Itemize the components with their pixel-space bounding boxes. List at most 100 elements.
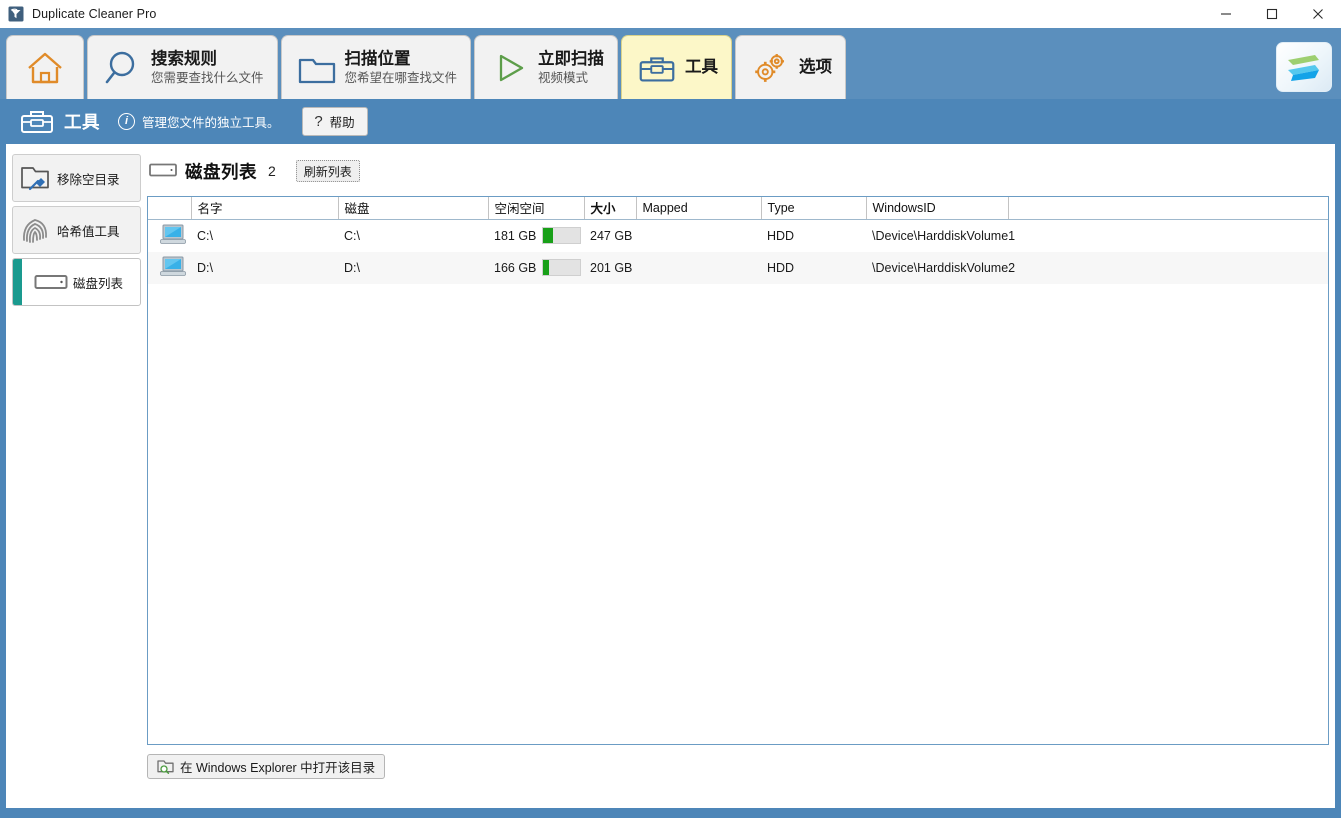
free-space-label: 166 GB xyxy=(494,261,536,275)
table-row[interactable]: D:\ D:\ 166 GB 201 GB xyxy=(148,252,1328,284)
tab-options[interactable]: 选项 xyxy=(735,35,846,99)
tab-label: 立即扫描 xyxy=(538,50,604,69)
tab-label: 选项 xyxy=(799,58,832,77)
disk-table: 名字 磁盘 空闲空间 大小 Mapped Type WindowsID xyxy=(147,196,1329,745)
cell-windowsid: \Device\HarddiskVolume1 xyxy=(866,219,1008,252)
cell-size: 247 GB xyxy=(584,219,636,252)
cell-blank xyxy=(1008,219,1328,252)
disk-list-panel: 磁盘列表 2 刷新列表 名字 xyxy=(147,154,1329,798)
header-row: 名字 磁盘 空闲空间 大小 Mapped Type WindowsID xyxy=(148,197,1328,219)
cell-disk: C:\ xyxy=(338,219,488,252)
folder-search-icon xyxy=(157,759,174,774)
gears-icon xyxy=(749,47,793,89)
open-in-explorer-button[interactable]: 在 Windows Explorer 中打开该目录 xyxy=(147,754,385,779)
section-description: 管理您文件的独立工具。 xyxy=(142,112,280,131)
tools-sidebar: 移除空目录 哈希值工具 xyxy=(12,154,141,798)
disk-table-body: C:\ C:\ 181 GB 247 GB xyxy=(148,219,1328,284)
cell-windowsid: \Device\HarddiskVolume2 xyxy=(866,252,1008,284)
refresh-list-button[interactable]: 刷新列表 xyxy=(296,160,360,182)
disk-table-grid: 名字 磁盘 空闲空间 大小 Mapped Type WindowsID xyxy=(148,197,1328,284)
tab-scan-now-text: 立即扫描 视频模式 xyxy=(538,50,604,86)
sidebar-item-remove-empty-dirs[interactable]: 移除空目录 xyxy=(12,154,141,202)
tab-scan-locations[interactable]: 扫描位置 您希望在哪查找文件 xyxy=(281,35,472,99)
cell-disk: D:\ xyxy=(338,252,488,284)
tab-list: 搜索规则 您需要查找什么文件 扫描位置 您希望在哪查找文件 xyxy=(6,35,849,99)
cell-mapped xyxy=(636,252,761,284)
column-header-size[interactable]: 大小 xyxy=(584,197,636,219)
tab-options-text: 选项 xyxy=(799,58,832,77)
app-icon xyxy=(8,6,24,22)
cell-name: D:\ xyxy=(191,252,338,284)
play-icon xyxy=(488,47,532,89)
tab-label: 工具 xyxy=(685,58,718,77)
column-header-mapped[interactable]: Mapped xyxy=(636,197,761,219)
home-icon xyxy=(23,47,67,89)
info-icon: i xyxy=(118,113,135,130)
cell-mapped xyxy=(636,219,761,252)
sidebar-item-hash-tools[interactable]: 哈希值工具 xyxy=(12,206,141,254)
tab-tools-text: 工具 xyxy=(685,58,718,77)
column-header-free-space[interactable]: 空闲空间 xyxy=(488,197,584,219)
folder-icon xyxy=(295,47,339,89)
tab-scan-locations-text: 扫描位置 您希望在哪查找文件 xyxy=(345,50,458,86)
tab-scan-now[interactable]: 立即扫描 视频模式 xyxy=(474,35,618,99)
free-space-bar-fill xyxy=(543,228,553,243)
column-header-name[interactable]: 名字 xyxy=(191,197,338,219)
cell-name: C:\ xyxy=(191,219,338,252)
folder-broom-icon xyxy=(13,163,57,193)
toolbox-icon xyxy=(20,109,54,135)
tab-label: 扫描位置 xyxy=(345,50,458,69)
column-header-windowsid[interactable]: WindowsID xyxy=(866,197,1008,219)
disk-icon xyxy=(29,273,73,291)
selection-indicator xyxy=(13,259,22,305)
application-window: Duplicate Cleaner Pro xyxy=(0,0,1341,818)
sidebar-item-label: 移除空目录 xyxy=(57,169,120,188)
bottom-frame-strip xyxy=(0,808,1341,818)
tab-strip: 搜索规则 您需要查找什么文件 扫描位置 您希望在哪查找文件 xyxy=(0,28,1341,99)
content-area: 移除空目录 哈希值工具 xyxy=(6,144,1335,808)
cell-type: HDD xyxy=(761,219,866,252)
tab-search-rules-text: 搜索规则 您需要查找什么文件 xyxy=(151,50,264,86)
window-title: Duplicate Cleaner Pro xyxy=(32,7,156,21)
minimize-button[interactable] xyxy=(1203,0,1249,28)
open-in-explorer-label: 在 Windows Explorer 中打开该目录 xyxy=(180,757,375,776)
tab-home[interactable] xyxy=(6,35,84,99)
cell-free-space: 166 GB xyxy=(488,252,584,284)
cell-size: 201 GB xyxy=(584,252,636,284)
free-space-label: 181 GB xyxy=(494,229,536,243)
section-title: 工具 xyxy=(64,109,100,134)
computer-icon xyxy=(148,252,191,284)
panel-header: 磁盘列表 2 刷新列表 xyxy=(147,154,1329,188)
tab-tools[interactable]: 工具 xyxy=(621,35,732,99)
tab-label: 搜索规则 xyxy=(151,50,264,69)
close-button[interactable] xyxy=(1295,0,1341,28)
title-bar: Duplicate Cleaner Pro xyxy=(0,0,1341,28)
section-header-band: 工具 i 管理您文件的独立工具。 ? 帮助 xyxy=(6,99,1335,144)
search-icon xyxy=(101,47,145,89)
tab-search-rules[interactable]: 搜索规则 您需要查找什么文件 xyxy=(87,35,278,99)
tab-sublabel: 您需要查找什么文件 xyxy=(151,70,264,86)
disk-table-header: 名字 磁盘 空闲空间 大小 Mapped Type WindowsID xyxy=(148,197,1328,219)
column-header-type[interactable]: Type xyxy=(761,197,866,219)
sidebar-item-disk-list[interactable]: 磁盘列表 xyxy=(12,258,141,306)
column-header-blank[interactable] xyxy=(1008,197,1328,219)
panel-title: 磁盘列表 xyxy=(185,159,257,184)
refresh-list-label: 刷新列表 xyxy=(304,163,352,180)
cell-blank xyxy=(1008,252,1328,284)
toolbox-icon xyxy=(635,47,679,89)
free-space-bar xyxy=(542,259,581,276)
sidebar-item-label: 磁盘列表 xyxy=(73,273,123,292)
disk-icon xyxy=(149,163,177,179)
table-row[interactable]: C:\ C:\ 181 GB 247 GB xyxy=(148,219,1328,252)
fingerprint-icon xyxy=(13,215,57,245)
column-header-select[interactable] xyxy=(148,197,191,219)
help-button-label: 帮助 xyxy=(330,112,355,131)
help-button[interactable]: ? 帮助 xyxy=(302,107,368,136)
cell-free-space: 181 GB xyxy=(488,219,584,252)
disk-count: 2 xyxy=(268,163,276,179)
brand-logo xyxy=(1276,42,1332,92)
column-header-disk[interactable]: 磁盘 xyxy=(338,197,488,219)
maximize-button[interactable] xyxy=(1249,0,1295,28)
tab-sublabel: 视频模式 xyxy=(538,70,604,86)
window-controls xyxy=(1203,0,1341,28)
